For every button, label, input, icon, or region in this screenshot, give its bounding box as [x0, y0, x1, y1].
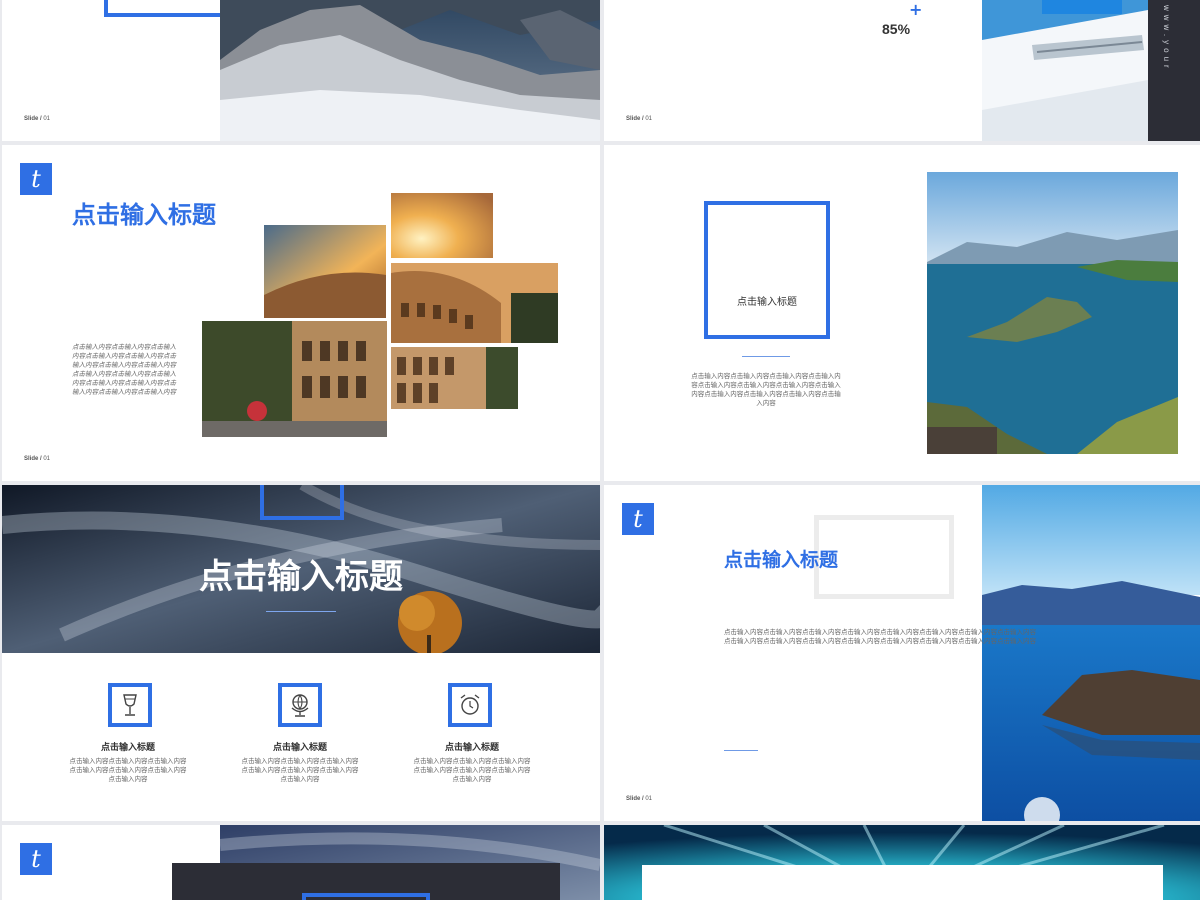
slide-light-burst[interactable]: [604, 825, 1200, 900]
banner-title: 点击输入标题: [199, 557, 403, 597]
slide-yacht[interactable]: + 85% www.your Slide / 01: [604, 0, 1200, 141]
slide-night-sky[interactable]: 点击输入标题 点击输入标题 点击输入内容点击输入内容点击输入内容点击输入内容点击…: [2, 485, 600, 821]
feature-title: 点击输入标题: [100, 743, 155, 753]
white-panel: [642, 865, 1163, 900]
slide-dark-box[interactable]: t: [2, 825, 600, 900]
dark-sidebar: www.your: [1148, 0, 1200, 141]
slide-number: Slide / 01: [24, 116, 51, 122]
top-frame: [260, 485, 344, 520]
slide-number: Slide / 01: [24, 456, 51, 462]
banner-divider: [266, 611, 336, 612]
mountain-image: [220, 0, 600, 141]
lake-island-image: [927, 172, 1178, 454]
dark-panel: [172, 863, 560, 900]
body-text: 点击输入内容点击输入内容点击输入内容点击输入内容点击输入内容点击输入内容点击输入…: [724, 628, 1036, 645]
frame-title: 点击输入标题: [737, 297, 797, 308]
percent-value: 85%: [882, 21, 911, 37]
blue-square-frame: 点击输入标题: [704, 201, 830, 339]
slide-mountain[interactable]: Slide / 01: [2, 0, 600, 141]
colosseum-tile-2: [391, 193, 493, 258]
colosseum-tile-1: [264, 225, 386, 318]
alarm-clock-icon: [448, 683, 492, 727]
slide-title: 点击输入标题: [72, 201, 216, 229]
lake-rocks-image: [982, 485, 1200, 821]
feature-title: 点击输入标题: [444, 743, 499, 753]
body-text: 点击输入内容点击输入内容点击输入内容点击输入内容点击输入内容点击输入内容点击输入…: [72, 343, 176, 396]
logo-t-icon: t: [622, 503, 654, 535]
blue-frame: [302, 893, 430, 900]
slide-title: 点击输入标题: [724, 549, 839, 571]
colosseum-tile-5: [391, 347, 518, 409]
divider-line: [742, 356, 790, 357]
slide-number: Slide / 01: [626, 796, 653, 802]
feature-text: 点击输入内容点击输入内容点击输入内容点击输入内容点击输入内容点击输入内容点击输入…: [241, 757, 359, 783]
slide-lake-rocks[interactable]: t 点击输入标题 点击输入内容点击输入内容点击输入内容点击输入内容点击输入内容点…: [604, 485, 1200, 821]
colosseum-tile-3: [391, 263, 558, 343]
feature-title: 点击输入标题: [272, 743, 327, 753]
slide-colosseum[interactable]: t 点击输入标题 点击输入内容点击输入内容点击输入内容点击输入内容点击输入内容点…: [2, 145, 600, 481]
divider-line: [724, 750, 758, 751]
slide-lake-island[interactable]: 点击输入标题 点击输入内容点击输入内容点击输入内容点击输入内容点击输入内容点击输…: [604, 145, 1200, 481]
plus-mark: +: [909, 0, 923, 19]
feature-text: 点击输入内容点击输入内容点击输入内容点击输入内容点击输入内容点击输入内容点击输入…: [69, 757, 187, 783]
feature-text: 点击输入内容点击输入内容点击输入内容点击输入内容点击输入内容点击输入内容点击输入…: [413, 757, 531, 783]
yacht-image: [982, 0, 1148, 141]
slide-number: Slide / 01: [626, 116, 653, 122]
logo-t-icon: t: [20, 163, 52, 195]
globe-icon: [278, 683, 322, 727]
colosseum-tile-4: [202, 321, 387, 437]
website-text: www.your: [1162, 5, 1171, 72]
body-text: 点击输入内容点击输入内容点击输入内容点击输入内容点击输入内容点击输入内容点击输入…: [691, 372, 841, 407]
wine-glass-icon: [108, 683, 152, 727]
logo-t-icon: t: [20, 843, 52, 875]
